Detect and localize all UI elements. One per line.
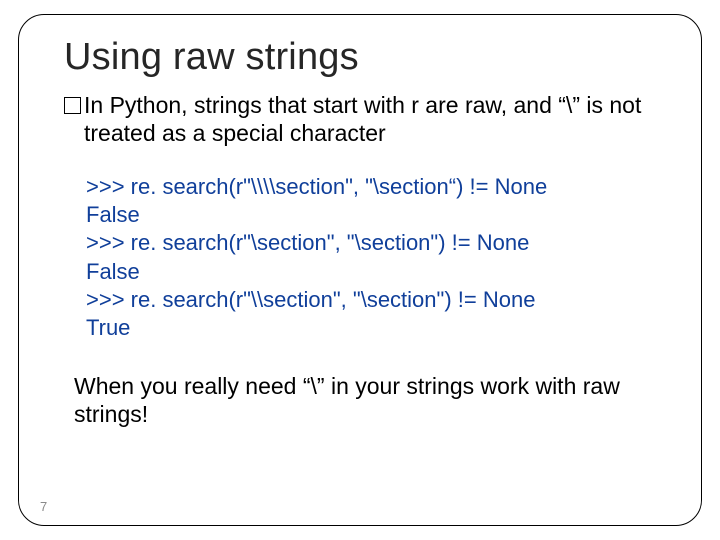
page-number: 7 [40, 499, 47, 514]
code-line: >>> re. search(r"\section", "\section") … [86, 230, 529, 255]
bullet-text: In Python, strings that start with r are… [84, 91, 662, 147]
code-line: False [86, 259, 140, 284]
slide: Using raw strings In Python, strings tha… [0, 0, 720, 540]
closing-text: When you really need “\” in your strings… [74, 372, 662, 428]
code-line: >>> re. search(r"\\section", "\section")… [86, 287, 535, 312]
slide-title: Using raw strings [64, 36, 692, 79]
bullet-item: In Python, strings that start with r are… [64, 91, 662, 147]
code-block: >>> re. search(r"\\\\section", "\section… [86, 173, 662, 342]
code-line: False [86, 202, 140, 227]
code-line: >>> re. search(r"\\\\section", "\section… [86, 174, 547, 199]
square-bullet-icon [64, 97, 81, 114]
code-line: True [86, 315, 130, 340]
slide-body: In Python, strings that start with r are… [64, 91, 662, 428]
